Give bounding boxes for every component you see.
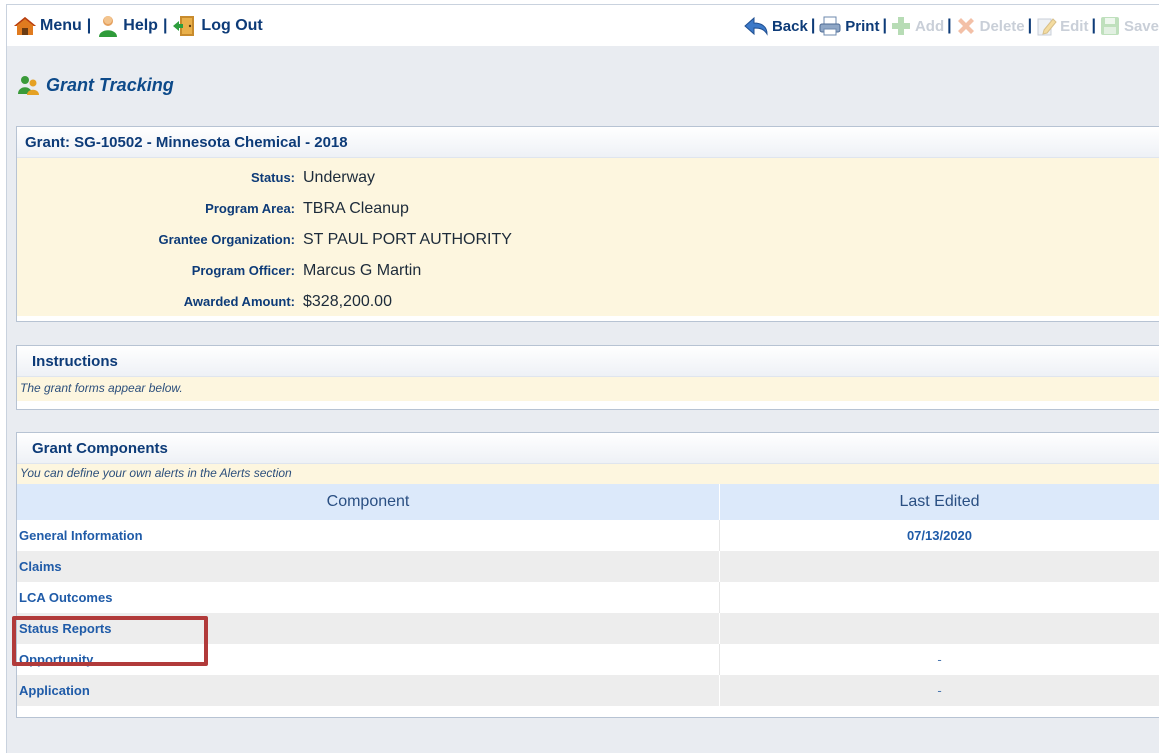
add-plus-icon [891,17,910,35]
last-edited-cell: 07/13/2020 [906,528,973,543]
last-edited-cell [719,613,1159,644]
edit-pencil-icon [1037,18,1057,36]
add-label: Add [914,17,945,35]
last-edited-cell: - [719,675,1159,706]
table-row: LCA Outcomes [17,582,1159,613]
toolbar-separator: | [810,17,816,34]
detail-row-program-officer: Program Officer: Marcus G Martin [17,255,1159,286]
instructions-panel: Instructions The grant forms appear belo… [16,345,1159,410]
grant-details: Status: Underway Program Area: TBRA Clea… [17,158,1159,316]
page-title-text: Grant Tracking [46,74,174,95]
logout-door-icon [173,16,195,36]
detail-label: Grantee Organization: [158,232,295,247]
last-edited-cell [719,551,1159,582]
grant-components-panel: Grant Components You can define your own… [16,432,1159,718]
table-row: Application - [17,675,1159,706]
column-header-component[interactable]: Component [17,484,720,520]
toolbar-separator: | [1027,17,1033,34]
detail-row-program-area: Program Area: TBRA Cleanup [17,193,1159,224]
help-person-icon [99,16,118,37]
instructions-header: Instructions [17,346,1159,377]
grant-summary-panel: Grant: SG-10502 - Minnesota Chemical - 2… [16,126,1159,322]
components-table: Component Last Edited General Informatio… [17,484,1159,706]
instructions-note: The grant forms appear below. [17,377,1159,401]
last-edited-cell: - [937,652,942,667]
grant-header: Grant: SG-10502 - Minnesota Chemical - 2… [17,127,1159,158]
detail-label: Status: [250,170,295,185]
detail-row-grantee-organization: Grantee Organization: ST PAUL PORT AUTHO… [17,224,1159,255]
page-title: Grant Tracking [16,74,174,96]
help-label: Help [123,17,158,34]
table-header-row: Component Last Edited [17,484,1159,520]
menu-button[interactable]: Menu [13,15,82,37]
menu-label: Menu [40,17,82,34]
save-disk-icon [1100,17,1119,35]
detail-label: Awarded Amount: [183,294,295,309]
detail-value: Marcus G Martin [303,261,422,279]
component-link-status-reports[interactable]: Status Reports [17,613,720,644]
detail-value: Underway [303,168,376,186]
edit-label: Edit [1060,17,1089,35]
table-row: General Information 07/13/2020 [17,520,1159,551]
detail-value: $328,200.00 [303,292,392,310]
last-edited-cell [720,582,1159,613]
back-button[interactable]: Back [743,16,808,36]
toolbar-left: Menu | Help | Log Out [13,11,263,41]
toolbar-separator: | [1091,17,1096,34]
detail-row-awarded-amount: Awarded Amount: $328,200.00 [17,286,1159,317]
table-row: Claims [17,551,1159,582]
add-button[interactable]: Add [890,15,944,37]
component-link-application[interactable]: Application [17,675,720,706]
toolbar-right: Back | Print | Add | Delete | Edit | Sav… [743,11,1159,41]
help-button[interactable]: Help [96,14,158,38]
components-header: Grant Components [17,433,1159,464]
component-link-lca-outcomes[interactable]: LCA Outcomes [17,582,720,613]
toolbar-separator: | [882,17,887,34]
detail-value: TBRA Cleanup [303,199,409,217]
table-row: Status Reports [17,613,1159,644]
print-label: Print [845,17,880,35]
delete-label: Delete [979,17,1025,35]
detail-label: Program Officer: [191,263,295,278]
logout-button[interactable]: Log Out [172,14,263,38]
back-arrow-icon [744,16,768,36]
detail-label: Program Area: [205,201,295,216]
delete-x-icon [957,18,974,34]
detail-row-status: Status: Underway [17,162,1159,193]
component-link-general-information[interactable]: General Information [17,520,720,551]
component-link-opportunity[interactable]: Opportunity [17,644,720,675]
edit-button[interactable]: Edit [1035,15,1088,37]
toolbar-separator: | [86,17,92,34]
logout-label: Log Out [201,17,263,34]
grant-tracking-icon [18,76,39,95]
printer-icon [819,16,841,36]
save-label: Save [1123,17,1159,35]
detail-value: ST PAUL PORT AUTHORITY [303,230,512,248]
column-header-last-edited[interactable]: Last Edited [719,484,1159,520]
home-icon [14,17,36,35]
save-button[interactable]: Save [1099,15,1159,37]
print-button[interactable]: Print [818,15,879,37]
toolbar: Menu | Help | Log Out Back | Print | Add… [6,4,1159,46]
toolbar-separator: | [162,17,168,34]
toolbar-separator: | [947,17,952,34]
table-row: Opportunity - [17,644,1159,675]
back-label: Back [771,17,808,35]
delete-button[interactable]: Delete [955,15,1025,37]
components-note: You can define your own alerts in the Al… [17,464,1159,484]
component-link-claims[interactable]: Claims [17,551,720,582]
